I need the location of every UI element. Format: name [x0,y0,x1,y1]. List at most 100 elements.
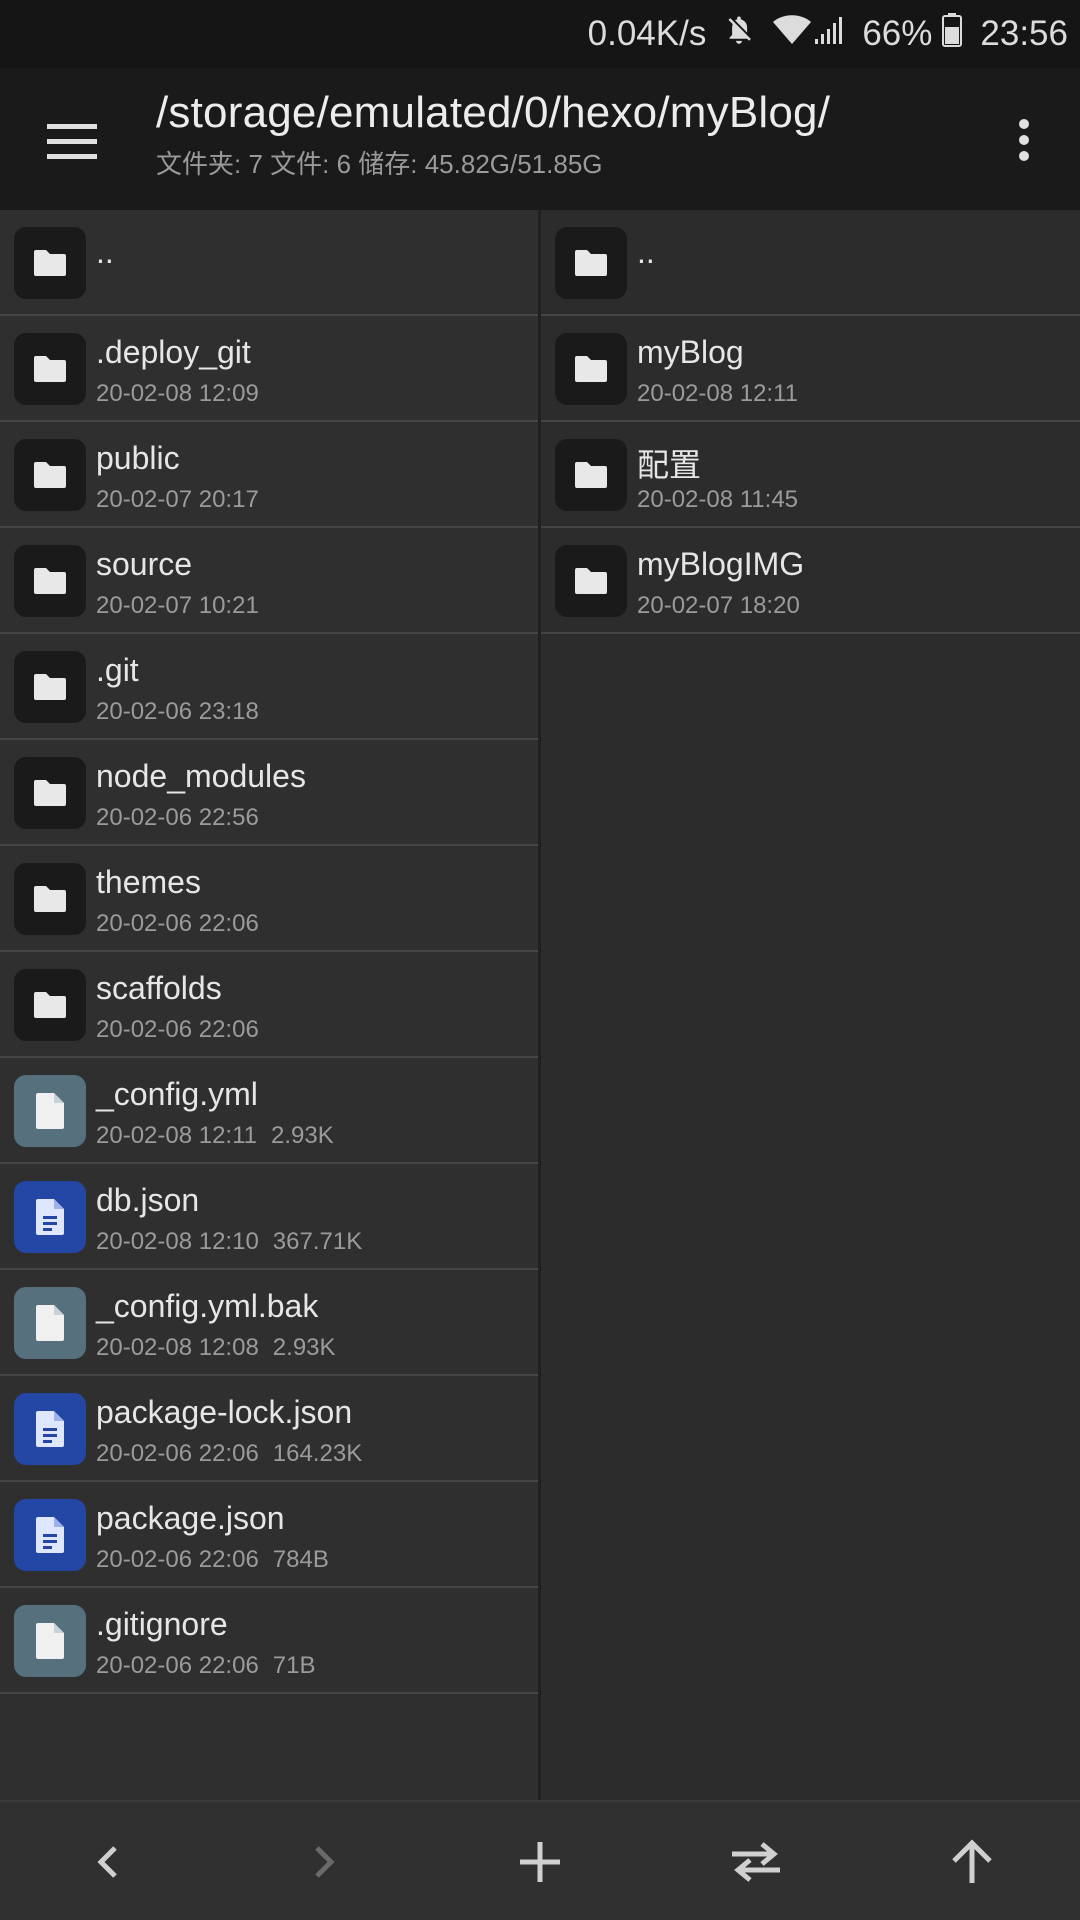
current-path[interactable]: /storage/emulated/0/hexo/myBlog/ [156,88,976,138]
file-meta: 20-02-08 12:11 [637,380,798,408]
right-file-pane[interactable]: .. myBlog 20-02-08 12:11 配置 20-02-08 11:45 my… [541,210,1080,1800]
up-icon [952,1839,992,1883]
file-icon [14,1075,86,1147]
file-row[interactable]: _config.yml.bak 20-02-08 12:08 2.93K [0,1270,538,1376]
file-meta: 20-02-08 12:09 [96,380,259,408]
file-date: 20-02-06 22:06 [96,1652,259,1679]
file-date: 20-02-06 22:06 [96,910,259,937]
file-meta: 20-02-07 10:21 [96,592,259,620]
file-row[interactable]: .git 20-02-06 23:18 [0,634,538,740]
signal-icon [814,14,844,54]
document-icon [14,1393,86,1465]
file-date: 20-02-06 23:18 [96,698,259,725]
back-button[interactable] [72,1826,144,1898]
file-name: myBlogIMG [637,546,805,582]
file-row[interactable]: .gitignore 20-02-06 22:06 71B [0,1588,538,1694]
left-file-pane[interactable]: .. .deploy_git 20-02-08 12:09 public 20-02-0… [0,210,538,1800]
swap-panes-button[interactable] [720,1826,792,1898]
file-row[interactable]: scaffolds 20-02-06 22:06 [0,952,538,1058]
file-date: 20-02-06 22:06 [96,1016,259,1043]
add-icon [520,1842,560,1882]
file-meta: 20-02-07 20:17 [96,486,259,514]
path-header: /storage/emulated/0/hexo/myBlog/ 文件夹: 7 … [156,88,976,181]
folder-icon [14,757,86,829]
battery-percent: 66% [862,14,933,53]
file-size: 2.93K [271,1122,334,1149]
file-row[interactable]: _config.yml 20-02-08 12:11 2.93K [0,1058,538,1164]
file-icon [14,1605,86,1677]
file-row[interactable]: .deploy_git 20-02-08 12:09 [0,316,538,422]
file-name: db.json [96,1182,200,1218]
folder-icon [555,227,627,299]
clock: 23:56 [980,14,1068,53]
file-name: package-lock.json [96,1394,353,1430]
file-row[interactable]: node_modules 20-02-06 22:56 [0,740,538,846]
more-vert-icon [1019,119,1029,161]
file-name: .. [637,234,655,270]
app-toolbar: /storage/emulated/0/hexo/myBlog/ 文件夹: 7 … [0,68,1080,210]
file-date: 20-02-07 10:21 [96,592,259,619]
file-row[interactable]: db.json 20-02-08 12:10 367.71K [0,1164,538,1270]
folder-icon [14,439,86,511]
net-speed: 0.04K/s [587,14,707,53]
parent-directory-row[interactable]: .. [541,210,1080,316]
file-date: 20-02-08 12:11 [637,380,799,407]
file-date: 20-02-06 22:06 [96,1440,259,1467]
storage-summary: 文件夹: 7 文件: 6 储存: 45.82G/51.85G [156,149,603,179]
parent-directory-row[interactable]: .. [0,210,538,316]
folder-icon [14,545,86,617]
folder-icon [14,863,86,935]
file-name: myBlog [637,334,744,370]
file-date: 20-02-06 22:56 [96,804,259,831]
file-meta: 20-02-06 22:56 [96,804,259,832]
file-name: .git [96,652,139,688]
folder-icon [555,545,627,617]
file-meta: 20-02-08 11:45 [637,486,798,514]
file-name: .gitignore [96,1606,228,1642]
file-meta: 20-02-08 12:10 367.71K [96,1228,362,1256]
file-date: 20-02-08 12:09 [96,380,259,407]
file-row[interactable]: 配置 20-02-08 11:45 [541,422,1080,528]
file-row[interactable]: myBlogIMG 20-02-07 18:20 [541,528,1080,634]
file-meta: 20-02-08 12:08 2.93K [96,1334,336,1362]
file-meta: 20-02-06 22:06 164.23K [96,1440,362,1468]
file-name: public [96,440,180,476]
file-name: scaffolds [96,970,222,1006]
document-icon [14,1499,86,1571]
file-name: .deploy_git [96,334,251,370]
folder-icon [555,333,627,405]
file-row[interactable]: package.json 20-02-06 22:06 784B [0,1482,538,1588]
up-directory-button[interactable] [936,1826,1008,1898]
file-row[interactable]: source 20-02-07 10:21 [0,528,538,634]
file-meta: 20-02-06 22:06 [96,910,259,938]
file-meta: 20-02-08 12:11 2.93K [96,1122,334,1150]
status-bar-right: 0.04K/s 66% 23:56 [570,0,1068,68]
file-row[interactable]: themes 20-02-06 22:06 [0,846,538,952]
back-icon [97,1846,117,1878]
add-button[interactable] [504,1826,576,1898]
file-date: 20-02-08 12:08 [96,1334,259,1361]
file-size: 367.71K [272,1228,363,1255]
forward-button[interactable] [288,1826,360,1898]
folder-icon [14,333,86,405]
menu-button[interactable] [34,106,110,176]
file-icon [14,1287,86,1359]
file-name: _config.yml.bak [96,1288,319,1324]
file-date: 20-02-07 20:17 [96,486,259,513]
file-date: 20-02-07 18:20 [637,592,800,619]
file-row[interactable]: package-lock.json 20-02-06 22:06 164.23K [0,1376,538,1482]
bell-off-icon [724,13,754,56]
file-size: 2.93K [272,1334,336,1361]
file-date: 20-02-06 22:06 [96,1546,259,1573]
overflow-menu-button[interactable] [988,104,1060,176]
file-meta: 20-02-06 22:06 [96,1016,259,1044]
file-row[interactable]: myBlog 20-02-08 12:11 [541,316,1080,422]
file-name: package.json [96,1500,285,1536]
file-name: themes [96,864,201,900]
file-size: 71B [272,1652,316,1679]
file-name: _config.yml [96,1076,258,1112]
forward-icon [315,1846,335,1878]
file-row[interactable]: public 20-02-07 20:17 [0,422,538,528]
swap-icon [732,1842,780,1882]
file-size: 784B [272,1546,329,1573]
